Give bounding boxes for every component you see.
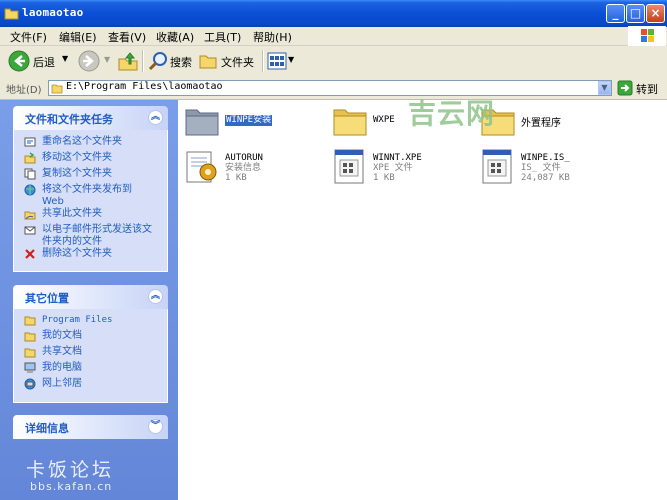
place-my-computer[interactable]: 我的电脑 [24, 362, 82, 374]
go-label: 转到 [636, 83, 658, 96]
copy-icon [24, 168, 36, 180]
address-label: 地址(D) [6, 85, 42, 96]
file-item[interactable]: 外置程序 [480, 102, 630, 142]
back-dropdown-icon[interactable]: ▼ [62, 54, 68, 63]
file-item[interactable]: AUTORUN 安装信息 1 KB [184, 148, 324, 190]
back-arrow-icon [8, 50, 30, 72]
menu-view[interactable]: 查看(V) [108, 29, 146, 45]
folder-icon [24, 316, 36, 326]
back-label: 后退 [33, 56, 55, 69]
menu-tools[interactable]: 工具(T) [204, 29, 241, 45]
close-button[interactable]: × [646, 4, 665, 23]
task-delete[interactable]: 删除这个文件夹 [24, 248, 112, 260]
collapse-up-icon[interactable]: ︽ [148, 110, 163, 125]
maximize-button[interactable]: □ [626, 4, 645, 23]
folder-dim-icon [185, 109, 219, 136]
search-icon [148, 52, 167, 71]
file-name: WXPE [373, 115, 395, 125]
folder-icon [24, 332, 36, 342]
window-title: laomaotao [22, 6, 84, 19]
file-name: 外置程序 [521, 118, 561, 129]
views-dropdown-icon: ▼ [288, 55, 295, 64]
forward-dropdown-icon[interactable]: ▼ [104, 55, 110, 64]
place-shared-documents[interactable]: 共享文档 [24, 346, 82, 358]
network-icon [24, 378, 36, 390]
menu-bar [0, 27, 667, 46]
file-item[interactable]: WINPE.IS_ IS_ 文件 24,087 KB [480, 148, 630, 190]
collapse-up-icon[interactable]: ︽ [148, 289, 163, 304]
menu-help[interactable]: 帮助(H) [253, 29, 292, 45]
email-icon [24, 226, 36, 235]
windows-flag-icon [641, 29, 654, 42]
publish-web-icon [24, 184, 36, 196]
file-size: 1 KB [225, 173, 247, 183]
place-network[interactable]: 网上邻居 [24, 378, 82, 390]
rename-icon [24, 137, 36, 147]
place-program-files[interactable]: Program Files [24, 314, 112, 326]
expand-down-icon[interactable]: ︾ [148, 419, 163, 434]
up-folder-icon[interactable] [117, 50, 139, 72]
address-dropdown-icon[interactable]: ▼ [598, 81, 611, 95]
other-places-title: 其它位置 [25, 292, 69, 305]
file-tasks-title: 文件和文件夹任务 [25, 113, 113, 126]
forward-arrow-icon[interactable] [78, 50, 100, 72]
setup-info-icon [186, 151, 217, 183]
file-icon [482, 149, 512, 184]
place-my-documents[interactable]: 我的文档 [24, 330, 82, 342]
menu-favorites[interactable]: 收藏(A) [156, 29, 194, 45]
file-item[interactable]: WINPE安装 [184, 102, 324, 142]
go-button[interactable]: 转到 [617, 80, 663, 96]
folders-icon [199, 55, 217, 69]
folder-icon [24, 348, 36, 358]
delete-icon [25, 249, 35, 259]
task-publish-web[interactable]: 将这个文件夹发布到 Web [24, 184, 164, 208]
task-rename[interactable]: 重命名这个文件夹 [24, 136, 122, 148]
toolbar [0, 46, 667, 78]
folders-button[interactable]: 文件夹 [198, 49, 258, 73]
task-copy[interactable]: 复制这个文件夹 [24, 168, 112, 180]
forum-url-watermark: bbs.kafan.cn [30, 480, 113, 493]
file-icon [334, 149, 364, 184]
file-size: 1 KB [373, 173, 395, 183]
folders-label: 文件夹 [221, 56, 254, 69]
file-item[interactable]: WINNT.XPE XPE 文件 1 KB [332, 148, 472, 190]
folder-icon [4, 8, 19, 20]
file-size: 24,087 KB [521, 173, 570, 183]
minimize-button[interactable]: _ [606, 4, 625, 23]
details-title: 详细信息 [25, 422, 69, 435]
task-email[interactable]: 以电子邮件形式发送该文件夹内的文件 [24, 224, 164, 248]
title-bar[interactable] [0, 0, 667, 27]
task-move[interactable]: 移动这个文件夹 [24, 152, 112, 164]
menu-edit[interactable]: 编辑(E) [59, 29, 97, 45]
views-grid-icon [267, 52, 287, 70]
go-arrow-icon [617, 80, 633, 96]
back-button[interactable]: 后退 ▼ [6, 49, 72, 73]
folder-icon [51, 84, 63, 94]
computer-icon [24, 362, 36, 373]
windows-logo [628, 26, 666, 46]
toolbar-separator [142, 50, 144, 72]
site-watermark: 吉云网 [408, 97, 496, 130]
share-icon [24, 211, 36, 220]
forum-watermark: 卡饭论坛 [26, 459, 115, 481]
search-button[interactable]: 搜索 [147, 49, 195, 73]
folder-icon [333, 109, 367, 136]
task-share[interactable]: 共享此文件夹 [24, 208, 102, 220]
address-value: E:\Program Files\laomaotao [66, 81, 223, 92]
menu-file[interactable]: 文件(F) [10, 29, 47, 45]
file-name: WINPE安装 [225, 115, 273, 126]
search-label: 搜索 [170, 56, 192, 69]
move-icon [24, 152, 36, 164]
views-button[interactable]: ▼ [267, 50, 295, 72]
toolbar-separator [262, 50, 264, 72]
